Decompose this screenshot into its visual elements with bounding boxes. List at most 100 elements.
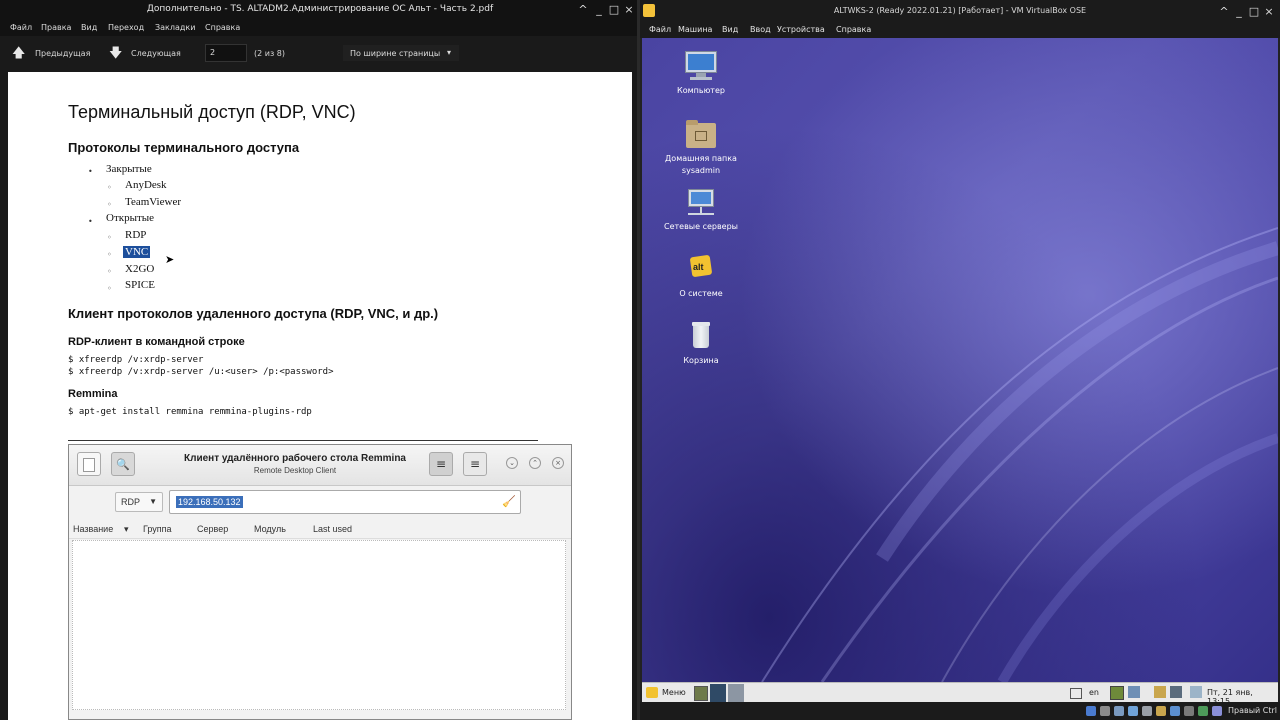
arrow-down-icon[interactable]: 🡇 <box>109 44 122 66</box>
files-tray-icon[interactable] <box>1154 686 1166 698</box>
list-item: Открытые <box>106 212 155 224</box>
pdf-toolbar: 🡅 Предыдущая 🡇 Следующая 2 (2 из 8) По ш… <box>0 36 640 70</box>
circle-bullet-icon: ◦ <box>107 183 112 192</box>
vbox-menu-help[interactable]: Справка <box>836 25 871 34</box>
connection-list[interactable] <box>72 540 566 710</box>
window-maximize-button[interactable]: □ <box>607 3 621 17</box>
server-address-input[interactable]: 192.168.50.132 🧹 <box>169 490 521 514</box>
column-server[interactable]: Сервер <box>197 524 228 534</box>
close-circle-button[interactable]: × <box>552 457 564 469</box>
network-status-icon[interactable] <box>1128 686 1140 698</box>
section-heading: Клиент протоколов удаленного доступа (RD… <box>68 306 439 321</box>
view-toggle-button[interactable]: ≡ <box>429 452 453 476</box>
desktop-icon-trash[interactable]: Корзина <box>661 320 741 367</box>
network-adapter-icon[interactable] <box>1128 706 1138 716</box>
vbox-menu-file[interactable]: Файл <box>649 25 671 34</box>
code-line: $ xfreerdp /v:xrdp-server <box>68 355 204 365</box>
menu-file[interactable]: Файл <box>10 23 32 32</box>
maximize-circle-button[interactable]: ⌃ <box>529 457 541 469</box>
desktop-icon-home[interactable]: Домашняя папка sysadmin <box>661 118 741 177</box>
search-toggle-button[interactable]: 🔍 <box>111 452 135 476</box>
keyboard-layout-indicator[interactable]: en <box>1089 688 1099 697</box>
desktop-icon-network[interactable]: Сетевые серверы <box>661 186 741 233</box>
menu-view[interactable]: Вид <box>81 23 97 32</box>
column-name[interactable]: Название <box>73 524 113 534</box>
pdf-page: Терминальный доступ (RDP, VNC) Протоколы… <box>8 72 632 720</box>
show-desktop-icon[interactable] <box>694 686 708 701</box>
cpu-icon[interactable] <box>1198 706 1208 716</box>
remmina-window: 🔍 Клиент удалённого рабочего стола Remmi… <box>68 444 572 720</box>
display-icon[interactable] <box>1170 706 1180 716</box>
new-connection-button[interactable] <box>77 452 101 476</box>
section-heading: Протоколы терминального доступа <box>68 140 300 155</box>
recording-icon[interactable] <box>1184 706 1194 716</box>
close-icon: × <box>555 459 561 467</box>
start-menu-button[interactable]: Меню <box>662 688 686 697</box>
circle-bullet-icon: ◦ <box>107 267 112 276</box>
next-page-button[interactable]: Следующая <box>131 49 181 58</box>
hamburger-icon: ≡ <box>469 457 481 471</box>
desktop-icon-label: Корзина <box>683 356 719 365</box>
shared-folders-icon[interactable] <box>1156 706 1166 716</box>
column-plugin[interactable]: Модуль <box>254 524 286 534</box>
vbox-menu-input[interactable]: Ввод <box>750 25 771 34</box>
zoom-select-label: По ширине страницы <box>350 49 441 58</box>
computer-icon <box>684 50 718 82</box>
prev-page-button[interactable]: Предыдущая <box>35 49 90 58</box>
desktop-icon-label: Сетевые серверы <box>663 222 738 231</box>
column-group[interactable]: Группа <box>143 524 172 534</box>
menu-go[interactable]: Переход <box>108 23 144 32</box>
window-close-button[interactable]: × <box>622 3 636 17</box>
printer-icon[interactable] <box>1070 688 1082 699</box>
search-icon: 🔍 <box>116 458 130 471</box>
clipboard-tool-icon[interactable] <box>1110 686 1124 700</box>
horizontal-rule <box>68 440 538 441</box>
code-line: $ apt-get install remmina remmina-plugin… <box>68 407 312 417</box>
main-menu-button[interactable]: ≡ <box>463 452 487 476</box>
bullet-icon: • <box>88 217 93 226</box>
vbox-maximize-button[interactable]: □ <box>1247 5 1261 19</box>
desktop-icon-label: О системе <box>679 289 723 298</box>
optical-drive-icon[interactable] <box>1100 706 1110 716</box>
protocol-select-label: RDP <box>121 497 141 507</box>
chevron-down-icon: ▾ <box>446 48 451 57</box>
vbox-close-button[interactable]: × <box>1262 5 1276 19</box>
arrow-up-icon[interactable]: 🡅 <box>12 44 25 66</box>
list-item: TeamViewer <box>125 196 181 208</box>
desktop-icon-computer[interactable]: Компьютер <box>661 50 741 97</box>
vbox-menu-view[interactable]: Вид <box>722 25 738 34</box>
vbox-shade-button[interactable]: ^ <box>1217 5 1231 19</box>
menu-edit[interactable]: Правка <box>41 23 71 32</box>
desktop-icon-label: Домашняя папка sysadmin <box>665 154 737 175</box>
minimize-circle-button[interactable]: ⌄ <box>506 457 518 469</box>
desktop-icon-about[interactable]: alt О системе <box>661 253 741 300</box>
mouse-integration-icon[interactable] <box>1212 706 1222 716</box>
selected-text: VNC <box>123 246 151 258</box>
basealt-menu-icon[interactable] <box>646 687 658 698</box>
vbox-menu-devices[interactable]: Устройства <box>777 25 825 34</box>
menu-help[interactable]: Справка <box>205 23 240 32</box>
window-minimize-button[interactable]: _ <box>592 3 606 17</box>
vbox-minimize-button[interactable]: _ <box>1232 5 1246 19</box>
protocol-select[interactable]: RDP ▼ <box>115 492 163 512</box>
basealt-logo-icon: alt <box>684 253 718 285</box>
window-shade-button[interactable]: ^ <box>576 3 590 17</box>
guest-desktop[interactable]: Компьютер Домашняя папка sysadmin Сетевы… <box>642 38 1278 682</box>
workspace-2-icon[interactable] <box>728 684 744 702</box>
vbox-window-title: ALTWKS-2 (Ready 2022.01.21) [Работает] -… <box>833 6 1087 15</box>
subsection-heading: Remmina <box>68 388 118 400</box>
tray-icon[interactable] <box>1190 686 1202 698</box>
workspace-1-icon[interactable] <box>710 684 726 702</box>
audio-icon[interactable] <box>1114 706 1124 716</box>
vbox-menu-machine[interactable]: Машина <box>678 25 712 34</box>
trash-icon <box>684 320 718 352</box>
display-tray-icon[interactable] <box>1170 686 1182 698</box>
zoom-select[interactable]: По ширине страницы ▾ <box>343 45 459 61</box>
column-last-used[interactable]: Last used <box>313 524 352 534</box>
page-number-input[interactable]: 2 <box>205 44 247 62</box>
hard-disk-icon[interactable] <box>1086 706 1096 716</box>
clear-broom-icon[interactable]: 🧹 <box>502 495 516 508</box>
menu-bookmarks[interactable]: Закладки <box>155 23 195 32</box>
circle-bullet-icon: ◦ <box>107 284 112 293</box>
usb-icon[interactable] <box>1142 706 1152 716</box>
